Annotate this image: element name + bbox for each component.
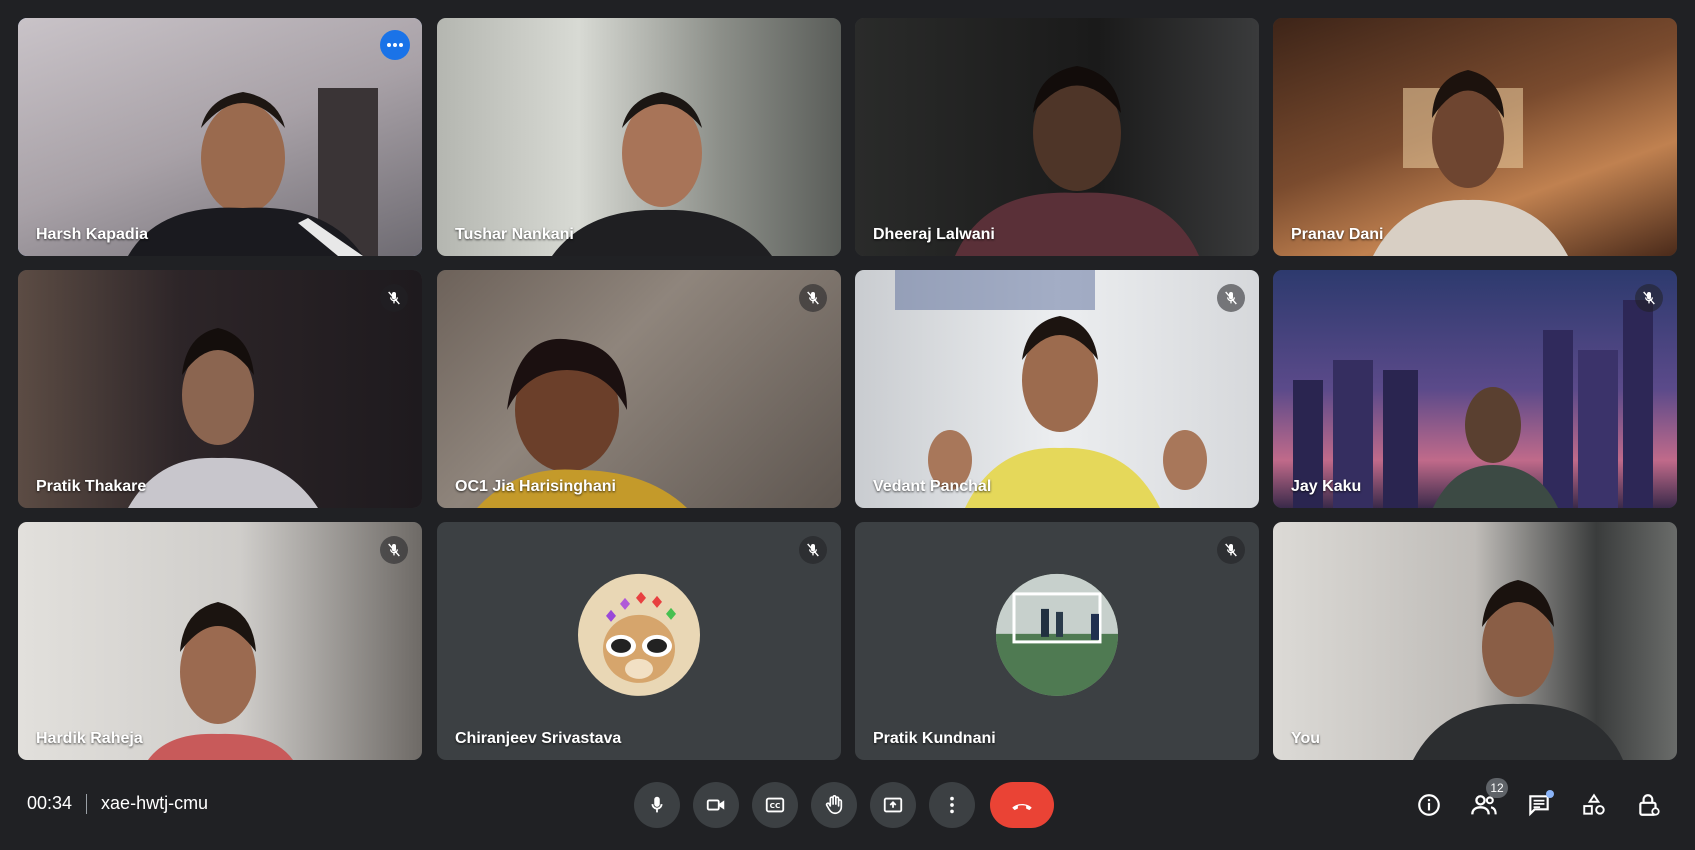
participant-tile-you[interactable]: You bbox=[1273, 522, 1677, 760]
meeting-info-button[interactable] bbox=[1412, 788, 1446, 822]
mic-off-icon bbox=[380, 284, 408, 312]
raise-hand-icon bbox=[825, 795, 843, 815]
participant-grid: Harsh Kapadia Tushar Nankani Dheeraj Lal… bbox=[0, 0, 1695, 760]
participant-name: Harsh Kapadia bbox=[36, 226, 149, 243]
meeting-code: xae-hwtj-cmu bbox=[101, 793, 209, 813]
end-call-icon bbox=[1012, 804, 1032, 811]
person-silhouette bbox=[1413, 580, 1623, 760]
participant-name: Pratik Kundnani bbox=[873, 730, 996, 747]
participant-name: Tushar Nankani bbox=[455, 226, 574, 243]
microphone-button[interactable] bbox=[634, 782, 680, 828]
mic-off-icon bbox=[380, 536, 408, 564]
participant-tile-hardik-raheja[interactable]: Hardik Raheja bbox=[18, 522, 422, 760]
participant-tile-tushar-nankani[interactable]: Tushar Nankani bbox=[437, 18, 841, 256]
info-icon bbox=[1418, 794, 1440, 816]
participant-name: Hardik Raheja bbox=[36, 730, 143, 747]
person-silhouette bbox=[128, 88, 378, 256]
mic-off-icon bbox=[1217, 536, 1245, 564]
camera-button[interactable] bbox=[693, 782, 739, 828]
microphone-icon bbox=[651, 796, 663, 813]
participant-name: Pratik Thakare bbox=[36, 478, 147, 495]
chat-button[interactable] bbox=[1522, 788, 1556, 822]
people-count-badge: 12 bbox=[1486, 778, 1508, 798]
participant-name: Pranav Dani bbox=[1291, 226, 1384, 243]
participant-name: Vedant Panchal bbox=[873, 478, 992, 495]
mic-off-icon bbox=[799, 284, 827, 312]
person-silhouette bbox=[895, 270, 1207, 508]
meeting-info: 00:34 xae-hwtj-cmu bbox=[27, 793, 208, 814]
more-options-icon[interactable] bbox=[380, 30, 410, 60]
host-controls-button[interactable] bbox=[1632, 788, 1666, 822]
city-skyline-background bbox=[1293, 300, 1653, 508]
end-call-button[interactable] bbox=[990, 782, 1054, 828]
participant-tile-chiranjeev-srivastava[interactable]: Chiranjeev Srivastava bbox=[437, 522, 841, 760]
participant-tile-pranav-dani[interactable]: Pranav Dani bbox=[1273, 18, 1677, 256]
meeting-control-bar: 00:34 xae-hwtj-cmu CC 12 bbox=[0, 760, 1695, 850]
person-silhouette bbox=[552, 92, 772, 256]
participant-name: OC1 Jia Harisinghani bbox=[455, 478, 616, 495]
svg-text:CC: CC bbox=[770, 801, 781, 810]
mic-off-icon bbox=[799, 536, 827, 564]
captions-button[interactable]: CC bbox=[752, 782, 798, 828]
participant-tile-pratik-kundnani[interactable]: Pratik Kundnani bbox=[855, 522, 1259, 760]
participant-name: You bbox=[1291, 730, 1321, 747]
more-options-button[interactable] bbox=[929, 782, 975, 828]
host-controls-icon bbox=[1639, 794, 1660, 816]
mic-off-icon bbox=[1217, 284, 1245, 312]
activities-button[interactable] bbox=[1577, 788, 1611, 822]
captions-icon: CC bbox=[765, 797, 785, 813]
divider bbox=[86, 793, 88, 814]
person-silhouette bbox=[477, 338, 687, 508]
mic-off-icon bbox=[1635, 284, 1663, 312]
participant-name: Jay Kaku bbox=[1291, 478, 1362, 495]
present-screen-icon bbox=[883, 797, 903, 813]
participant-tile-vedant-panchal[interactable]: Vedant Panchal bbox=[855, 270, 1259, 508]
camera-icon bbox=[706, 799, 725, 811]
person-silhouette bbox=[148, 602, 293, 760]
participant-name: Dheeraj Lalwani bbox=[873, 226, 995, 243]
person-silhouette bbox=[128, 328, 318, 508]
avatar-dog-with-sunglasses bbox=[578, 573, 700, 696]
avatar-football-goal-photo bbox=[996, 573, 1118, 696]
participant-tile-pratik-thakare[interactable]: Pratik Thakare bbox=[18, 270, 422, 508]
person-silhouette bbox=[1373, 70, 1568, 256]
participant-tile-oc1-jia-harisinghani[interactable]: OC1 Jia Harisinghani bbox=[437, 270, 841, 508]
participant-tile-dheeraj-lalwani[interactable]: Dheeraj Lalwani bbox=[855, 18, 1259, 256]
meeting-time: 00:34 bbox=[27, 793, 73, 813]
participant-name: Chiranjeev Srivastava bbox=[455, 730, 622, 747]
person-silhouette bbox=[955, 66, 1199, 256]
participant-tile-jay-kaku[interactable]: Jay Kaku bbox=[1273, 270, 1677, 508]
activities-icon bbox=[1583, 793, 1605, 815]
more-options-icon bbox=[950, 796, 954, 814]
raise-hand-button[interactable] bbox=[811, 782, 857, 828]
unread-dot bbox=[1546, 790, 1554, 798]
present-screen-button[interactable] bbox=[870, 782, 916, 828]
participant-tile-harsh-kapadia[interactable]: Harsh Kapadia bbox=[18, 18, 422, 256]
people-button[interactable]: 12 bbox=[1467, 778, 1508, 822]
